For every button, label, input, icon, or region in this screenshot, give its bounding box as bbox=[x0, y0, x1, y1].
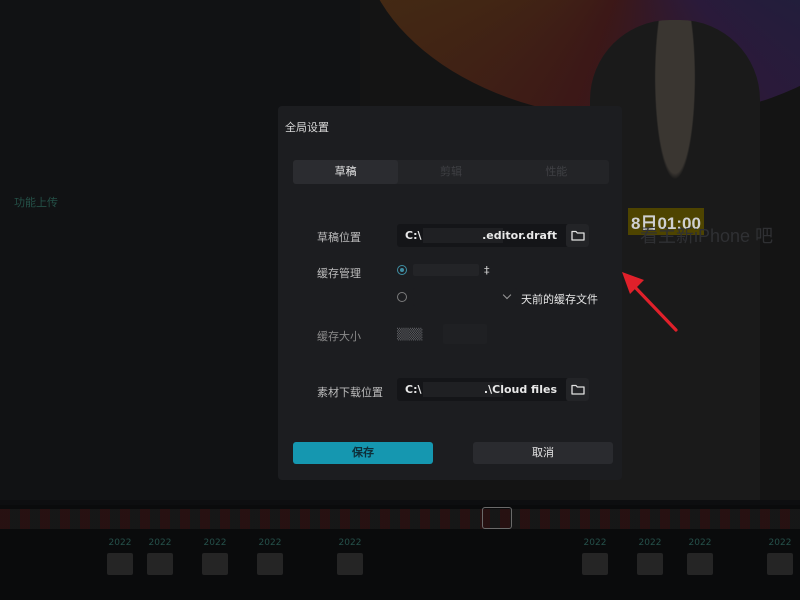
settings-tabs: 草稿 剪辑 性能 bbox=[293, 160, 609, 184]
timeline-playhead[interactable] bbox=[482, 507, 512, 529]
cache-days-dropdown[interactable] bbox=[413, 288, 517, 306]
tab-editing[interactable]: 剪辑 bbox=[398, 160, 503, 184]
draft-location-label: 草稿位置 bbox=[317, 231, 361, 244]
cache-option-radio-2[interactable] bbox=[397, 292, 407, 302]
timeline-clip[interactable]: 2022 bbox=[255, 537, 285, 577]
tab-drafts[interactable]: 草稿 bbox=[293, 160, 399, 184]
global-settings-dialog: 全局设置 草稿 剪辑 性能 草稿位置 C:\ .editor.draft 缓存管… bbox=[278, 106, 622, 480]
timeline-clip[interactable]: 2022 bbox=[685, 537, 715, 577]
download-location-field[interactable]: C:\ .\Cloud files bbox=[397, 378, 589, 401]
download-path-end: .\Cloud files bbox=[483, 383, 557, 396]
timeline-clip[interactable]: 2022 bbox=[105, 537, 135, 577]
draft-path-end: .editor.draft bbox=[482, 229, 557, 242]
download-path-start: C:\ bbox=[405, 383, 422, 396]
cache-option-1-text bbox=[413, 264, 479, 276]
timeline-clip[interactable]: 2022 bbox=[200, 537, 230, 577]
cache-size-value: ▒▒▒ bbox=[397, 328, 423, 341]
media-panel-text: 功能上传 bbox=[14, 196, 58, 209]
preview-subtitle: 看主新iPhone 吧 bbox=[640, 226, 774, 246]
browse-draft-folder-button[interactable] bbox=[565, 224, 589, 247]
clear-cache-button[interactable] bbox=[443, 324, 487, 344]
timeline-clip[interactable]: 2022 bbox=[635, 537, 665, 577]
cache-retention-text: 天前的缓存文件 bbox=[521, 293, 598, 306]
timeline-clip[interactable]: 2022 bbox=[335, 537, 365, 577]
cache-option-1-suffix-glyph: ‡ bbox=[484, 264, 490, 277]
timeline-clip[interactable]: 2022 bbox=[765, 537, 795, 577]
download-location-label: 素材下载位置 bbox=[317, 386, 383, 399]
cancel-button[interactable]: 取消 bbox=[473, 442, 613, 464]
timeline-clip[interactable]: 2022 bbox=[580, 537, 610, 577]
draft-path-start: C:\ bbox=[405, 229, 422, 242]
tab-performance[interactable]: 性能 bbox=[504, 160, 609, 184]
draft-location-field[interactable]: C:\ .editor.draft bbox=[397, 224, 589, 247]
timeline-ruler[interactable] bbox=[0, 509, 800, 529]
annotation-arrow-icon bbox=[622, 272, 678, 332]
cache-option-radio-1[interactable] bbox=[397, 265, 407, 275]
cache-management-label: 缓存管理 bbox=[317, 267, 361, 280]
browse-download-folder-button[interactable] bbox=[565, 378, 589, 401]
timeline: 2022 2022 2022 2022 2022 2022 2022 2022 … bbox=[0, 505, 800, 600]
timeline-clip[interactable]: 2022 bbox=[145, 537, 175, 577]
dialog-title: 全局设置 bbox=[285, 121, 329, 134]
folder-icon bbox=[570, 230, 585, 241]
cache-size-label: 缓存大小 bbox=[317, 330, 361, 343]
folder-icon bbox=[570, 384, 585, 395]
save-button[interactable]: 保存 bbox=[293, 442, 433, 464]
